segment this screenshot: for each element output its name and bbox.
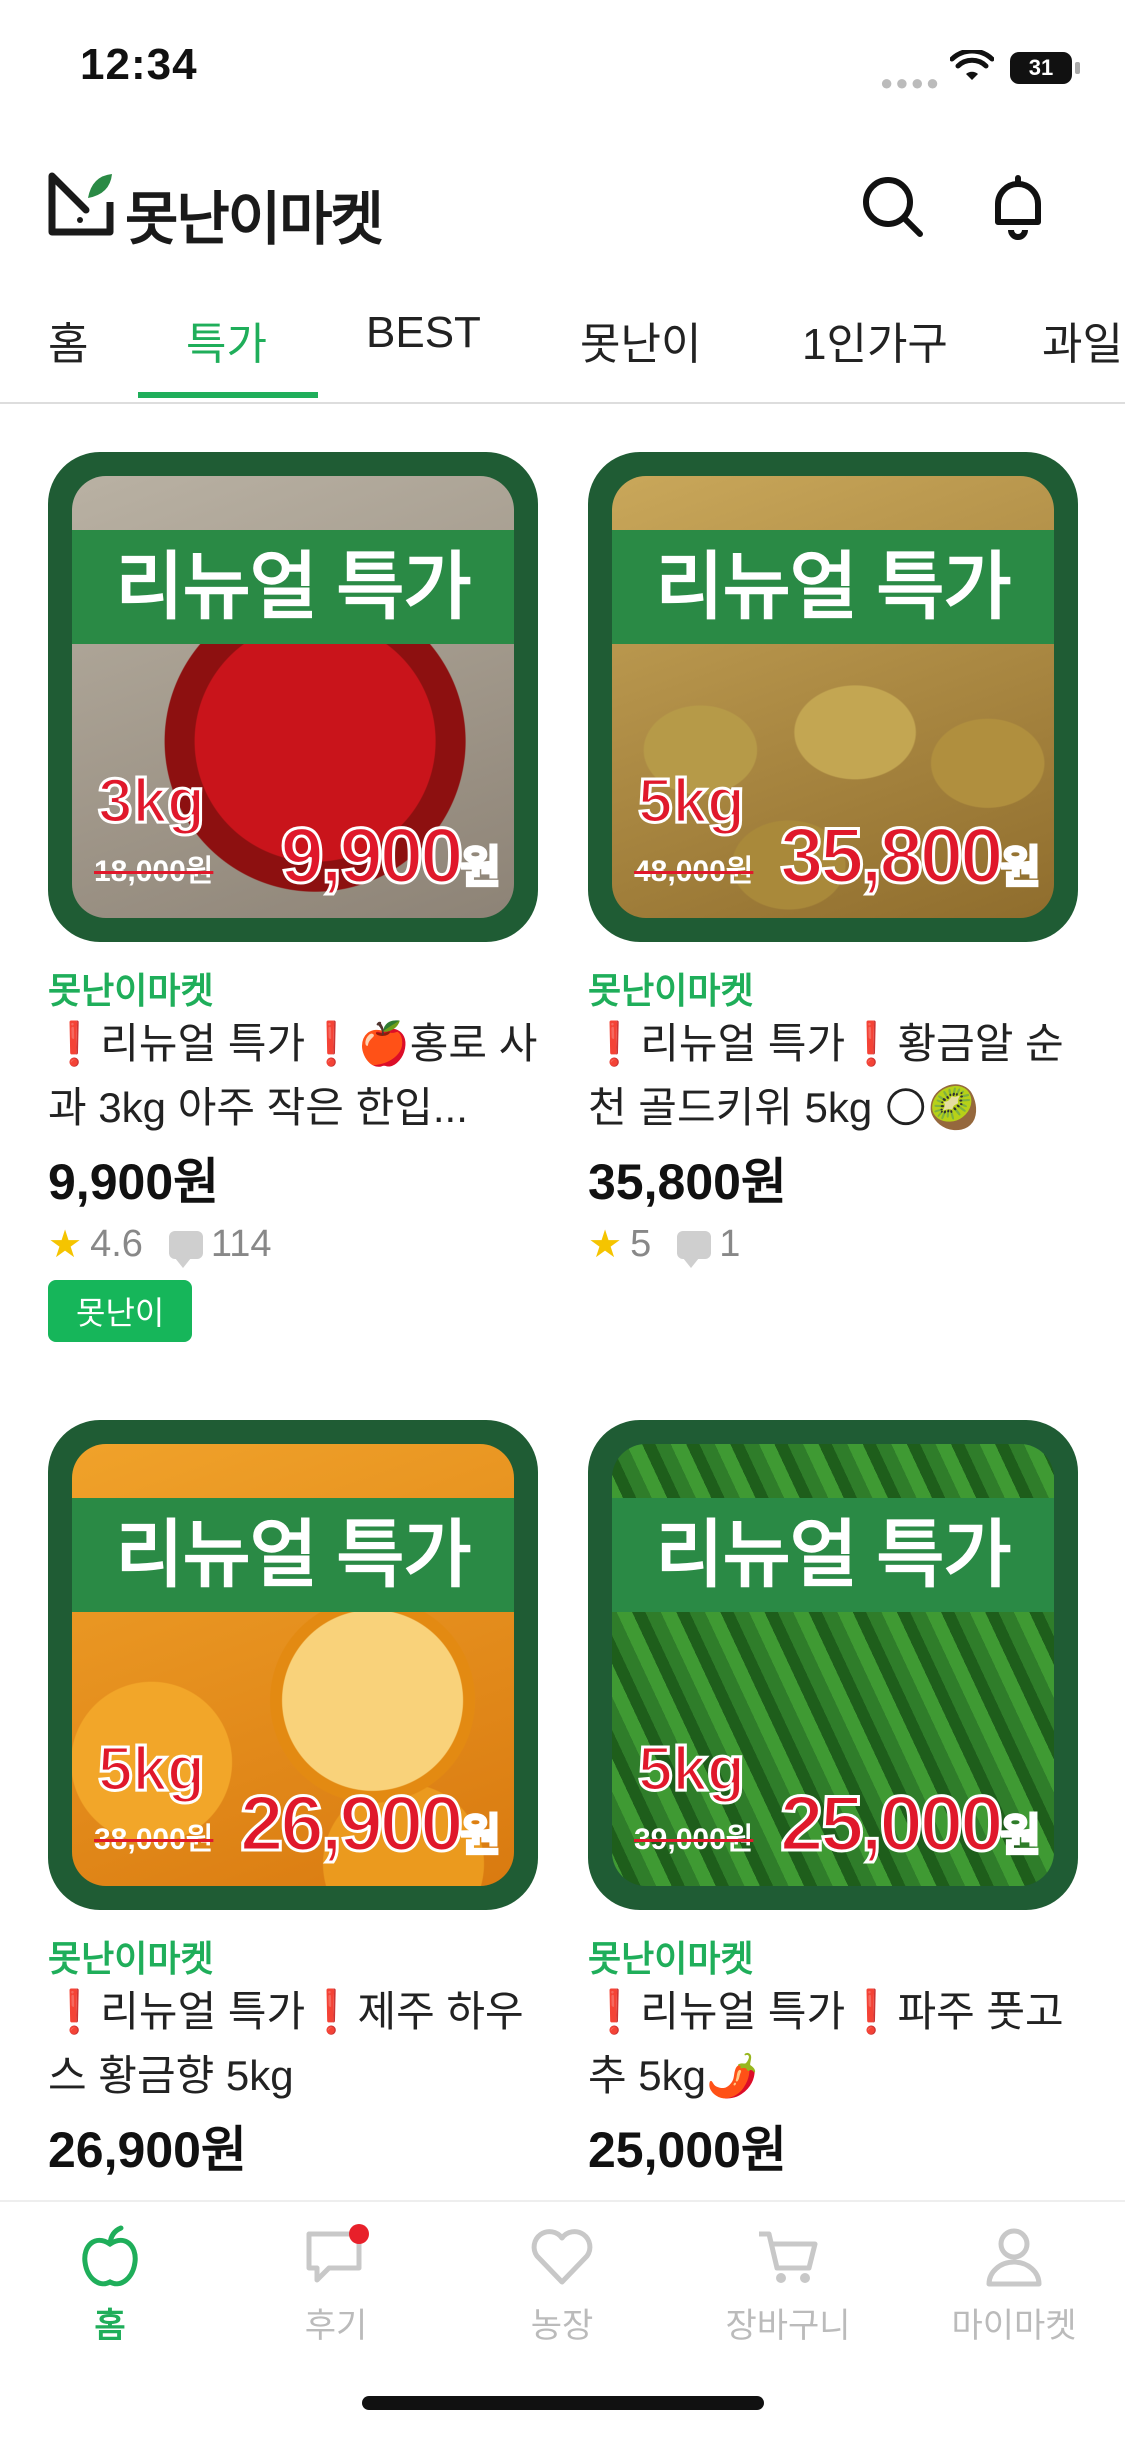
tabbar-mymarket[interactable]: 마이마켓 <box>924 2222 1104 2347</box>
product-photo: 리뉴얼 특가 5kg 38,000원 26,900원 <box>72 1444 514 1886</box>
product-title[interactable]: ❗리뉴얼 특가❗🍎홍로 사과 3kg 아주 작은 한입... <box>48 1012 538 1140</box>
tabbar-reviews[interactable]: 후기 <box>246 2222 426 2347</box>
tab-special[interactable]: 특가 <box>186 308 267 372</box>
review-count: 114 <box>210 1223 272 1265</box>
product-weight: 5kg <box>637 1734 747 1806</box>
app-title: 못난이마켓 <box>125 187 384 252</box>
comment-icon <box>168 1230 203 1268</box>
logo-icon <box>48 172 114 236</box>
star-icon: ★ <box>48 1224 83 1266</box>
product-price: 25,000원 <box>588 2122 787 2178</box>
product-weight: 5kg <box>97 1734 207 1806</box>
tabbar-label: 홈 <box>94 2307 126 2345</box>
product-photo: 리뉴얼 특가 5kg 39,000원 25,000원 <box>612 1444 1054 1886</box>
cart-icon <box>759 2231 818 2283</box>
tabbar-label: 후기 <box>304 2307 368 2345</box>
status-bar: 12:34 ●●●● 31 <box>0 0 1125 140</box>
product-price: 35,800원 <box>588 1154 787 1210</box>
product-title[interactable]: ❗리뉴얼 특가❗황금알 순천 골드키위 5kg 🌕🥝 <box>588 1012 1078 1140</box>
tabbar-cart[interactable]: 장바구니 <box>698 2222 878 2347</box>
tabbar-home[interactable]: 홈 <box>20 2222 200 2347</box>
wifi-icon <box>950 50 994 80</box>
tabbar-label: 마이마켓 <box>951 2307 1077 2345</box>
rating-row: ★ 5 1 <box>588 1222 741 1268</box>
tabbar-label: 농장 <box>530 2307 594 2345</box>
category-tabs: 홈 특가 BEST 못난이 1인가구 과일 <box>0 290 1125 404</box>
product-price: 26,900원 <box>48 2122 247 2178</box>
seller-name: 못난이마켓 <box>588 970 754 1011</box>
original-price: 48,000원 <box>634 855 754 888</box>
rating-value: 5 <box>630 1223 652 1265</box>
status-time: 12:34 <box>80 40 198 89</box>
product-weight: 5kg <box>637 766 747 838</box>
promo-banner: 리뉴얼 특가 <box>72 530 514 644</box>
promo-banner: 리뉴얼 특가 <box>72 1498 514 1612</box>
tab-ugly[interactable]: 못난이 <box>580 308 701 372</box>
tabbar-label: 장바구니 <box>725 2307 851 2345</box>
comment-icon <box>677 1230 712 1268</box>
product-tag: 못난이 <box>48 1280 193 1342</box>
star-icon: ★ <box>588 1224 623 1266</box>
battery-indicator: 31 <box>1010 52 1080 84</box>
tabbar-farm[interactable]: 농장 <box>472 2222 652 2347</box>
tab-single-household[interactable]: 1인가구 <box>802 308 948 372</box>
seller-name: 못난이마켓 <box>48 1938 214 1979</box>
bell-icon[interactable] <box>982 170 1054 242</box>
home-indicator <box>362 2396 764 2410</box>
tab-home[interactable]: 홈 <box>48 308 88 372</box>
signal-icon: ●●●● <box>880 70 942 95</box>
sale-price-overlay: 26,900원 <box>238 1778 502 1869</box>
product-price: 9,900원 <box>48 1154 220 1210</box>
rating-value: 4.6 <box>90 1223 143 1265</box>
product-weight: 3kg <box>97 766 207 838</box>
product-photo: 리뉴얼 특가 5kg 48,000원 35,800원 <box>612 476 1054 918</box>
original-price: 18,000원 <box>94 855 214 888</box>
apple-icon <box>82 2225 138 2287</box>
product-photo: 리뉴얼 특가 3kg 18,000원 9,900원 <box>72 476 514 918</box>
rating-row: ★ 4.6 114 <box>48 1222 272 1268</box>
product-image[interactable]: 리뉴얼 특가 5kg 38,000원 26,900원 <box>48 1420 538 1910</box>
original-price: 38,000원 <box>94 1823 214 1856</box>
tab-best[interactable]: BEST <box>366 308 481 358</box>
sale-price-overlay: 25,000원 <box>778 1778 1042 1869</box>
promo-banner: 리뉴얼 특가 <box>612 1498 1054 1612</box>
search-icon[interactable] <box>856 170 928 242</box>
sale-price-overlay: 35,800원 <box>778 810 1042 901</box>
app-header: 못난이마켓 <box>0 150 1125 260</box>
person-icon <box>986 2228 1042 2287</box>
original-price: 39,000원 <box>634 1823 754 1856</box>
heart-icon <box>531 2229 593 2285</box>
product-title[interactable]: ❗리뉴얼 특가❗파주 풋고추 5kg🌶️ <box>588 1980 1078 2108</box>
product-image[interactable]: 리뉴얼 특가 5kg 39,000원 25,000원 <box>588 1420 1078 1910</box>
seller-name: 못난이마켓 <box>588 1938 754 1979</box>
review-count: 1 <box>719 1223 741 1265</box>
promo-banner: 리뉴얼 특가 <box>612 530 1054 644</box>
tab-fruit[interactable]: 과일 <box>1042 308 1123 372</box>
chat-icon <box>306 2224 369 2283</box>
product-image[interactable]: 리뉴얼 특가 5kg 48,000원 35,800원 <box>588 452 1078 942</box>
product-title[interactable]: ❗리뉴얼 특가❗제주 하우스 황금향 5kg <box>48 1980 538 2108</box>
active-tab-indicator <box>138 392 318 398</box>
sale-price-overlay: 9,900원 <box>279 810 503 901</box>
seller-name: 못난이마켓 <box>48 970 214 1011</box>
product-image[interactable]: 리뉴얼 특가 3kg 18,000원 9,900원 <box>48 452 538 942</box>
